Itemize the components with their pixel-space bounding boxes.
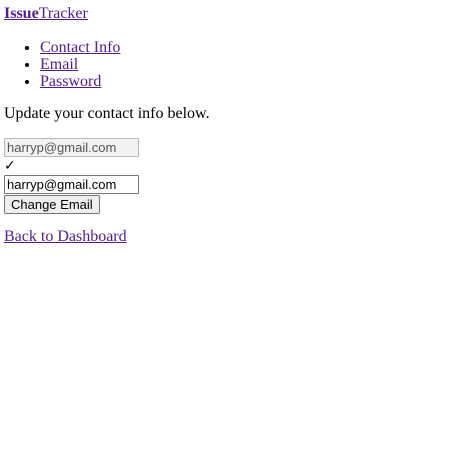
brand-bold: Issue — [4, 5, 39, 22]
email-form: ✓ Change Email — [4, 138, 470, 214]
checkmark-icon: ✓ — [4, 158, 16, 174]
brand-logo-link[interactable]: IssueTracker — [4, 5, 470, 23]
intro-text: Update your contact info below. — [4, 105, 210, 122]
brand-rest: Tracker — [38, 5, 88, 22]
current-email-field — [4, 138, 139, 157]
change-email-button[interactable]: Change Email — [4, 195, 100, 214]
nav-item-contact-info: Contact Info — [40, 39, 470, 56]
back-to-dashboard-link[interactable]: Back to Dashboard — [4, 228, 470, 246]
new-email-field[interactable] — [4, 175, 139, 194]
page: IssueTracker Contact Info Email Password… — [0, 0, 474, 246]
nav-link-email[interactable]: Email — [40, 56, 78, 73]
nav-link-contact-info[interactable]: Contact Info — [40, 39, 120, 56]
nav-link-password[interactable]: Password — [40, 73, 101, 90]
nav-item-email: Email — [40, 56, 470, 73]
settings-nav: Contact Info Email Password — [4, 39, 470, 90]
nav-item-password: Password — [40, 73, 470, 90]
